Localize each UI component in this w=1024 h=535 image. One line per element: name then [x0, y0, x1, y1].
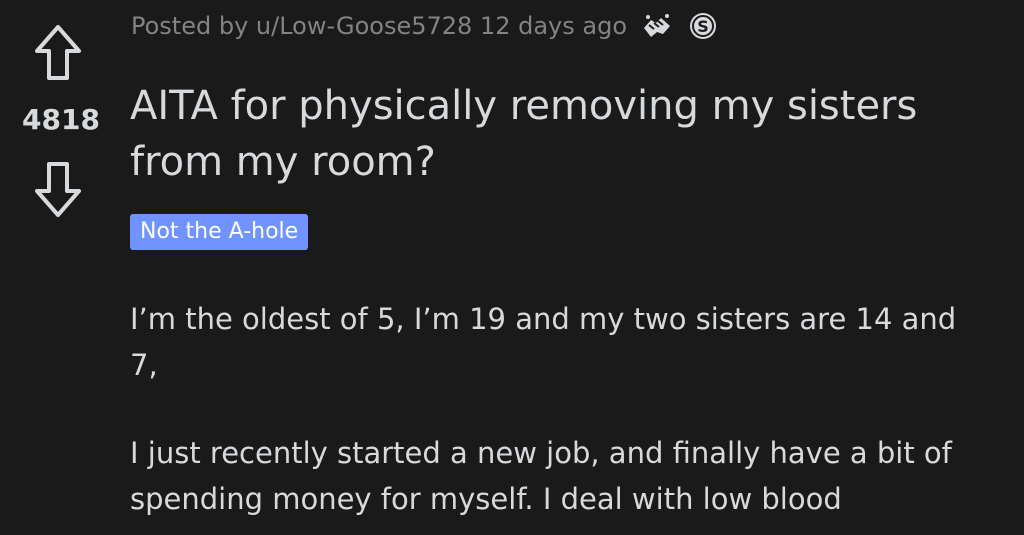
post-paragraph: I’m the oldest of 5, I’m 19 and my two s… — [130, 302, 957, 382]
vote-score: 4818 — [22, 103, 100, 136]
reddit-post: 4818 Posted by u/Low-Goose5728 12 days a… — [0, 0, 1024, 535]
post-paragraph: I just recently started a new job, and f… — [130, 436, 952, 516]
post-meta: Posted by u/Low-Goose5728 12 days ago S — [131, 10, 719, 42]
downvote-arrow-icon[interactable] — [33, 160, 83, 218]
post-flair[interactable]: Not the A-hole — [130, 214, 309, 250]
silver-award-icon[interactable]: S — [687, 10, 719, 42]
post-meta-text: Posted by u/Low-Goose5728 12 days ago — [131, 12, 628, 40]
post-title[interactable]: AITA for physically removing my sisters … — [130, 78, 1010, 190]
upvote-arrow-icon[interactable] — [33, 24, 83, 82]
handshake-award-icon[interactable] — [641, 10, 673, 42]
svg-text:S: S — [697, 17, 709, 36]
